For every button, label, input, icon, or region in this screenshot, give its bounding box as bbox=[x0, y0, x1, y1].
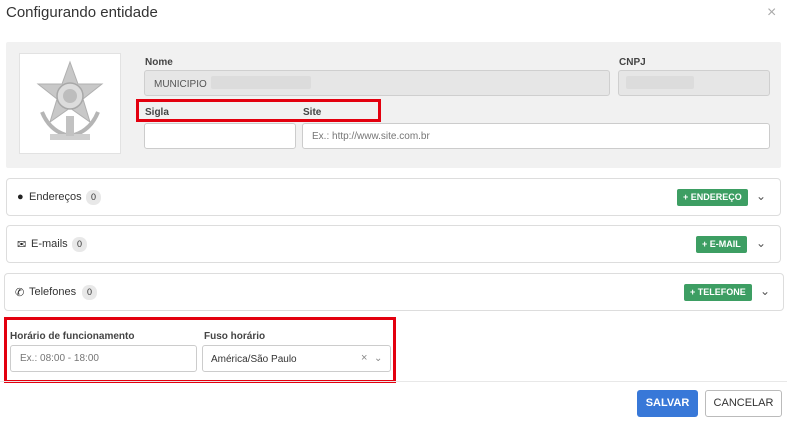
timezone-select[interactable]: América/São Paulo × ⌄ bbox=[202, 345, 391, 372]
count-badge-enderecos: 0 bbox=[86, 190, 101, 205]
site-field[interactable] bbox=[302, 123, 770, 149]
name-value: MUNICIPIO bbox=[154, 79, 207, 90]
envelope-icon: ✉ bbox=[17, 239, 27, 251]
count-badge-emails: 0 bbox=[72, 237, 87, 252]
add-endereco-button[interactable]: + ENDEREÇO bbox=[677, 189, 748, 206]
entity-panel: Nome MUNICIPIO CNPJ Sigla Site bbox=[6, 42, 781, 168]
section-emails[interactable]: ✉ E-mails 0 + E-MAIL ⌄ bbox=[6, 225, 781, 263]
sigla-field[interactable] bbox=[144, 123, 296, 149]
close-icon[interactable]: × bbox=[767, 4, 776, 22]
phone-icon: ✆ bbox=[15, 287, 25, 299]
map-marker-icon: ● bbox=[17, 191, 24, 203]
section-label-enderecos: Endereços bbox=[29, 191, 82, 203]
cnpj-blur bbox=[626, 76, 694, 89]
section-telefones[interactable]: ✆ Telefones 0 + TELEFONE ⌄ bbox=[4, 273, 784, 311]
add-telefone-button[interactable]: + TELEFONE bbox=[684, 284, 752, 301]
timezone-value: América/São Paulo bbox=[211, 354, 297, 365]
save-button[interactable]: SALVAR bbox=[637, 390, 698, 417]
site-label: Site bbox=[303, 107, 322, 118]
timezone-label: Fuso horário bbox=[204, 331, 266, 342]
chevron-down-icon[interactable]: ⌄ bbox=[760, 284, 770, 298]
entity-logo[interactable] bbox=[19, 53, 121, 154]
section-enderecos[interactable]: ● Endereços 0 + ENDEREÇO ⌄ bbox=[6, 178, 781, 216]
cancel-button[interactable]: CANCELAR bbox=[705, 390, 782, 417]
footer-divider bbox=[0, 381, 787, 382]
hours-field[interactable] bbox=[10, 345, 197, 372]
section-label-telefones: Telefones bbox=[29, 286, 77, 298]
chevron-down-icon[interactable]: ⌄ bbox=[756, 236, 766, 250]
cnpj-label: CNPJ bbox=[619, 57, 646, 68]
clear-icon[interactable]: × bbox=[361, 352, 367, 364]
count-badge-telefones: 0 bbox=[82, 285, 97, 300]
chevron-down-icon[interactable]: ⌄ bbox=[756, 189, 766, 203]
chevron-down-icon[interactable]: ⌄ bbox=[374, 353, 382, 364]
section-label-emails: E-mails bbox=[31, 238, 68, 250]
add-email-button[interactable]: + E-MAIL bbox=[696, 236, 747, 253]
modal-title: Configurando entidade bbox=[6, 4, 158, 21]
name-blur bbox=[211, 76, 311, 89]
sigla-label: Sigla bbox=[145, 107, 169, 118]
name-label: Nome bbox=[145, 57, 173, 68]
hours-label: Horário de funcionamento bbox=[10, 331, 135, 342]
